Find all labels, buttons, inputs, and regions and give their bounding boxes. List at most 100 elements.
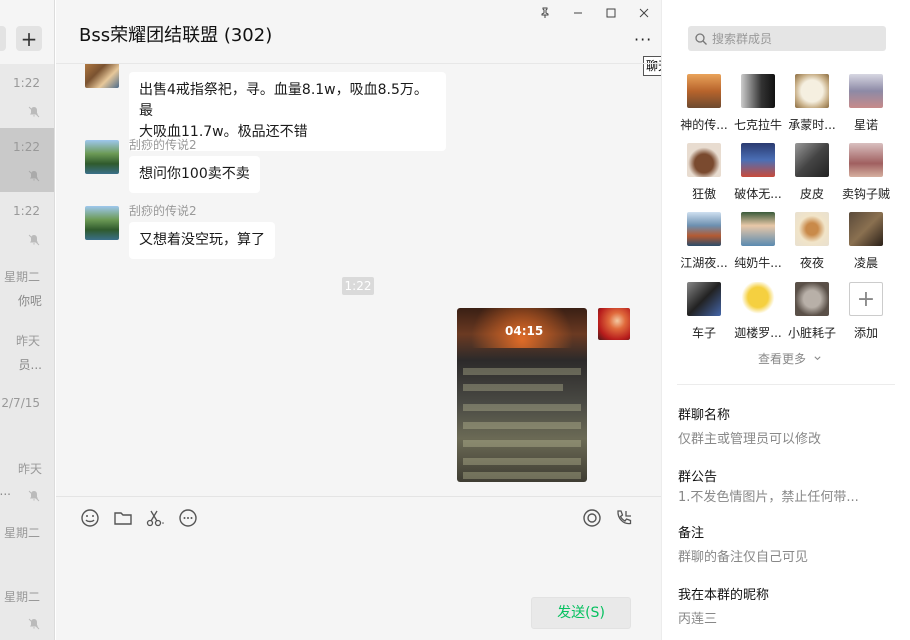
- member-name: 破体无...: [734, 187, 782, 201]
- image-band: [463, 404, 581, 411]
- emoji-icon[interactable]: [80, 508, 100, 528]
- live-icon[interactable]: [582, 508, 602, 528]
- chat-list-item-time: 昨天: [17, 462, 42, 476]
- chat-list-item[interactable]: 1:22: [0, 128, 54, 192]
- group-member[interactable]: 凌晨: [838, 212, 894, 280]
- image-message[interactable]: 04:15: [457, 308, 587, 482]
- my-avatar[interactable]: [598, 308, 630, 340]
- group-member[interactable]: 江湖夜...: [676, 212, 732, 280]
- group-member[interactable]: 七克拉牛: [730, 74, 786, 142]
- voice-call-icon[interactable]: [614, 508, 634, 528]
- group-member[interactable]: 神的传...: [676, 74, 732, 142]
- member-name: 迦楼罗...: [734, 326, 782, 340]
- chat-list-item-time: 昨天: [15, 334, 40, 348]
- group-info-panel: 搜索群成员 神的传... 七克拉牛 承蒙时... 星诺 狂傲 破体无... 皮皮…: [661, 0, 910, 640]
- chat-list-item[interactable]: 1:22: [0, 64, 54, 128]
- message-area[interactable]: 出售4戒指祭祀，寻。血量8.1w，吸血8.5万。最 大吸血11.7w。极品还不错…: [56, 64, 661, 496]
- minimize-icon[interactable]: [569, 4, 587, 22]
- chat-list-item-time: 1:22: [13, 140, 40, 154]
- more-options-icon[interactable]: ···: [634, 30, 652, 49]
- member-avatar: [687, 74, 721, 108]
- member-avatar: [687, 212, 721, 246]
- message-bubble[interactable]: 想问你100卖不卖: [129, 156, 260, 193]
- member-name: 狂傲: [691, 187, 716, 201]
- group-member[interactable]: 星诺: [838, 74, 894, 142]
- chat-list-item-time: 1:22: [13, 204, 40, 218]
- remark-value[interactable]: 群聊的备注仅自己可见: [678, 546, 893, 565]
- member-name: 皮皮: [799, 187, 824, 201]
- member-avatar: [741, 282, 775, 316]
- nickname-value[interactable]: 丙莲三: [678, 608, 893, 627]
- close-icon[interactable]: [635, 4, 653, 22]
- group-member[interactable]: 车子: [676, 282, 732, 350]
- member-name: 星诺: [853, 118, 878, 132]
- add-member-button[interactable]: + 添加: [838, 282, 894, 350]
- member-avatar: [687, 143, 721, 177]
- sender-avatar[interactable]: [85, 140, 119, 174]
- chat-header: Bss荣耀团结联盟 (302) ··· 聊天: [56, 0, 665, 76]
- sender-name: 刮痧的传说2: [129, 138, 197, 152]
- group-member[interactable]: 皮皮: [784, 143, 840, 211]
- chat-list-item[interactable]: 昨天 ...: [0, 448, 54, 512]
- member-avatar: [849, 212, 883, 246]
- chat-list-item-time: 星期二: [3, 526, 40, 540]
- chat-history-icon[interactable]: [178, 508, 198, 528]
- announcement-label: 群公告: [678, 470, 718, 485]
- message-text: 想问你100卖不卖: [139, 166, 250, 182]
- announcement-value[interactable]: 1.不发色情图片，禁止任何带...: [678, 486, 893, 505]
- member-name: 车子: [691, 326, 716, 340]
- chat-list-item-time: 2/7/15: [1, 396, 40, 410]
- group-name-label: 群聊名称: [678, 408, 731, 423]
- group-member[interactable]: 夜夜: [784, 212, 840, 280]
- member-avatar: [741, 143, 775, 177]
- group-member[interactable]: 纯奶牛...: [730, 212, 786, 280]
- sender-avatar[interactable]: [85, 64, 119, 88]
- message-text: 又想着没空玩，算了: [139, 232, 265, 248]
- sender-avatar[interactable]: [85, 206, 119, 240]
- chat-list-item[interactable]: 2/7/15: [0, 384, 54, 448]
- member-avatar: [795, 212, 829, 246]
- group-name-value[interactable]: 仅群主或管理员可以修改: [678, 428, 893, 447]
- member-name: 夜夜: [799, 256, 824, 270]
- image-band: [463, 384, 563, 391]
- chat-window: Bss荣耀团结联盟 (302) ··· 聊天 出售4戒指祭祀，寻。血量8.1w，…: [56, 0, 665, 640]
- plus-icon: +: [849, 282, 883, 316]
- chat-list-item[interactable]: 昨天 员...: [0, 320, 54, 384]
- group-member[interactable]: 承蒙时...: [784, 74, 840, 142]
- sender-name: 刮痧的传说2: [129, 204, 197, 218]
- chat-search-box[interactable]: [0, 26, 6, 51]
- chat-list-item[interactable]: 星期二: [0, 576, 54, 640]
- member-name: 七克拉牛: [733, 118, 782, 132]
- group-member[interactable]: 迦楼罗...: [730, 282, 786, 350]
- remark-label: 备注: [678, 526, 705, 541]
- pin-window-icon[interactable]: [536, 4, 554, 22]
- chat-list-item-preview: 员...: [18, 358, 42, 372]
- member-avatar: [741, 212, 775, 246]
- group-member[interactable]: 小脏耗子: [784, 282, 840, 350]
- chat-list-item-preview: 你呢: [17, 294, 42, 308]
- divider: [677, 384, 895, 385]
- see-more-label: 查看更多: [758, 352, 807, 366]
- scissors-icon[interactable]: [145, 508, 165, 528]
- chat-title: Bss荣耀团结联盟 (302): [79, 25, 273, 46]
- start-group-chat-button[interactable]: +: [16, 26, 42, 51]
- image-band: [463, 458, 581, 465]
- group-member[interactable]: 卖钩子贼: [838, 143, 894, 211]
- member-name: 添加: [853, 326, 878, 340]
- group-member[interactable]: 狂傲: [676, 143, 732, 211]
- member-search-input[interactable]: 搜索群成员: [688, 26, 886, 51]
- folder-icon[interactable]: [113, 508, 133, 528]
- chat-list-item[interactable]: 星期二: [0, 512, 54, 576]
- see-more-link[interactable]: 查看更多: [758, 350, 822, 367]
- maximize-icon[interactable]: [602, 4, 620, 22]
- send-button[interactable]: 发送(S): [531, 597, 631, 629]
- message-bubble[interactable]: 又想着没空玩，算了: [129, 222, 275, 259]
- member-name: 神的传...: [680, 118, 728, 132]
- member-avatar: [849, 74, 883, 108]
- chat-list-item[interactable]: 星期二 你呢: [0, 256, 54, 320]
- group-member[interactable]: 破体无...: [730, 143, 786, 211]
- chat-list-item-time: 1:22: [13, 76, 40, 90]
- chat-list-header: +: [0, 0, 54, 64]
- image-band: [463, 440, 581, 447]
- chat-list-item[interactable]: 1:22: [0, 192, 54, 256]
